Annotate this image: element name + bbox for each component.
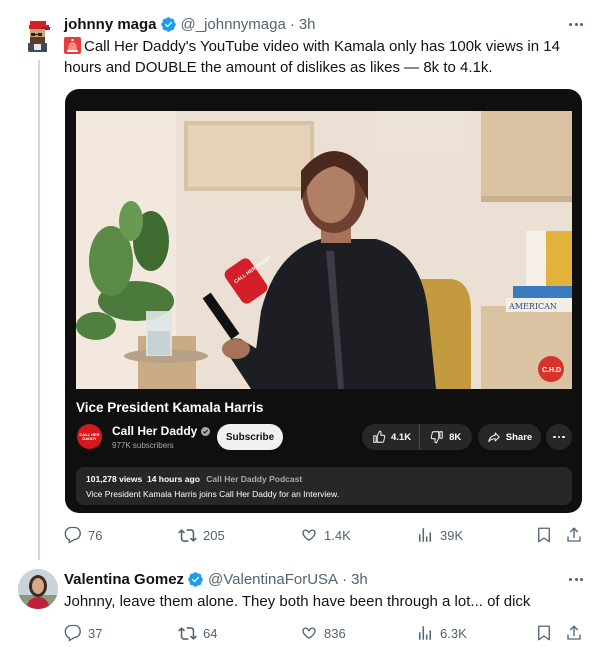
repost-icon (178, 626, 197, 640)
author-handle[interactable]: @_johnnymaga (181, 16, 286, 33)
thumbs-down-icon (430, 431, 443, 444)
views-icon (419, 528, 431, 542)
video-like-button[interactable]: 4.1K (362, 424, 421, 450)
reply-icon (64, 526, 81, 544)
repost-icon (178, 528, 197, 542)
repost-button[interactable]: 205 (178, 524, 225, 546)
channel-name-row[interactable]: Call Her Daddy (112, 424, 211, 438)
video-dislike-count: 8K (449, 431, 462, 443)
like-icon (302, 627, 316, 639)
siren-emoji-icon (64, 37, 81, 54)
subscribe-button[interactable]: Subscribe (217, 424, 283, 450)
repost-count: 205 (203, 527, 225, 543)
like-button[interactable]: 1.4K (300, 524, 351, 546)
channel-name[interactable]: Call Her Daddy (112, 424, 197, 438)
author-avatar[interactable] (18, 14, 58, 54)
video-title[interactable]: Vice President Kamala Harris (76, 400, 263, 415)
reply-author-avatar[interactable] (18, 569, 58, 609)
reply-bookmark-icon[interactable] (534, 622, 554, 644)
views-count: 39K (440, 527, 464, 543)
video-description-box[interactable]: 101,278 views 14 hours ago Call Her Dadd… (76, 467, 572, 505)
video-dislike-button[interactable]: 8K (420, 424, 471, 450)
tweet-header: johnny maga @_johnnymaga · 3h (64, 14, 316, 34)
reply-reply-count: 37 (88, 625, 103, 641)
reply-repost-count: 64 (203, 625, 218, 641)
book-spine-text: AMERICAN (508, 302, 557, 311)
reply-text: Johnny, leave them alone. They both have… (64, 593, 531, 610)
share-icon[interactable] (564, 524, 584, 546)
subscriber-count: 977K subscribers (112, 441, 174, 450)
tweet-timestamp[interactable]: 3h (299, 16, 316, 33)
share-arrow-icon (488, 432, 500, 443)
reply-timestamp[interactable]: 3h (351, 571, 368, 588)
verified-icon (160, 16, 177, 33)
separator-dot: · (289, 15, 295, 33)
tweet-text: Call Her Daddy's YouTube video with Kama… (64, 38, 560, 76)
channel-logo-text: CALL HER DADDY (79, 431, 100, 441)
reply-more-icon[interactable] (564, 569, 588, 589)
video-like-count: 4.1K (391, 431, 412, 443)
reply-action-bar: 37 64 836 6.3K (64, 622, 586, 644)
tweet-action-bar: 76 205 1.4K 39K (64, 524, 586, 546)
more-icon[interactable] (564, 14, 588, 34)
video-thumbnail[interactable]: AMERICAN CALL HER DADDY C.H.D (76, 111, 572, 389)
tweet-text-block: Call Her Daddy's YouTube video with Kama… (64, 36, 584, 78)
like-count: 1.4K (324, 527, 351, 543)
cartoon-avatar-image (18, 14, 58, 54)
channel-logo[interactable]: CALL HER DADDY (77, 424, 102, 449)
bookmark-icon[interactable] (534, 524, 554, 546)
reply-repost-button[interactable]: 64 (178, 622, 217, 644)
reply-button[interactable]: 76 (64, 524, 102, 546)
views-button[interactable]: 39K (416, 524, 463, 546)
author-name[interactable]: johnny maga (64, 16, 157, 33)
thread-connector-line (38, 60, 40, 560)
reply-header: Valentina Gomez @ValentinaForUSA · 3h (64, 569, 368, 589)
views-icon (419, 626, 431, 640)
reply-like-button[interactable]: 836 (300, 622, 346, 644)
reply-reply-button[interactable]: 37 (64, 622, 102, 644)
reply-views-button[interactable]: 6.3K (416, 622, 467, 644)
video-scene-image: AMERICAN CALL HER DADDY C.H.D (76, 111, 572, 389)
like-icon (302, 529, 316, 541)
video-share-label: Share (505, 431, 533, 443)
podcast-tag[interactable]: Call Her Daddy Podcast (206, 474, 302, 484)
chd-watermark: C.H.D (542, 367, 561, 374)
reply-icon (64, 624, 81, 642)
reply-author-handle[interactable]: @ValentinaForUSA (208, 571, 338, 588)
video-more-icon[interactable] (546, 424, 572, 450)
thumbs-up-icon (373, 430, 386, 443)
like-dislike-pill: 4.1K 8K (362, 424, 472, 450)
video-meta-line: 101,278 views 14 hours ago Call Her Dadd… (86, 474, 562, 484)
video-share-button[interactable]: Share (478, 424, 541, 450)
embedded-video-card[interactable]: AMERICAN CALL HER DADDY C.H.D Vice Presi… (65, 89, 582, 513)
reply-views-count: 6.3K (440, 625, 467, 641)
reply-like-count: 836 (324, 625, 346, 641)
reply-share-icon[interactable] (564, 622, 584, 644)
portrait-avatar-image (18, 569, 58, 609)
video-views: 101,278 views (86, 474, 143, 484)
video-description: Vice President Kamala Harris joins Call … (86, 489, 340, 499)
reply-count: 76 (88, 527, 103, 543)
reply-verified-icon (187, 571, 204, 588)
video-posted-time: 14 hours ago (146, 474, 200, 484)
channel-verified-icon (201, 426, 211, 436)
reply-separator-dot: · (342, 570, 348, 588)
reply-author-name[interactable]: Valentina Gomez (64, 571, 184, 588)
